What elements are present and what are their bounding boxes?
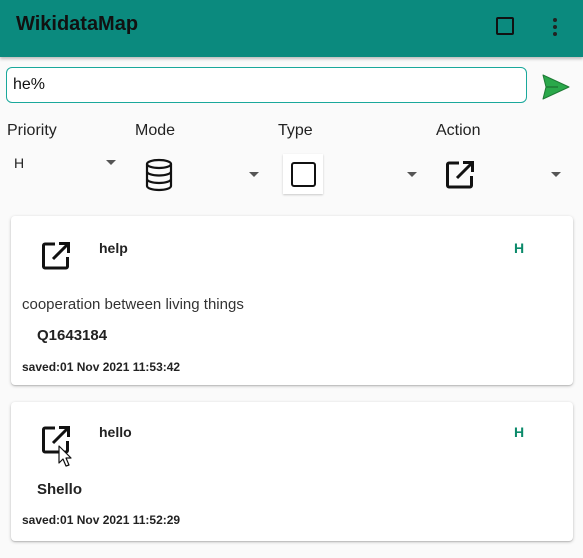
result-qid: Q1643184 xyxy=(37,327,108,344)
chevron-down-icon xyxy=(249,172,259,177)
priority-badge: H xyxy=(514,424,525,440)
action-label: Action xyxy=(436,122,481,139)
more-vert-icon[interactable] xyxy=(545,16,565,38)
app-bar: WikidataMap xyxy=(0,0,583,57)
mode-label: Mode xyxy=(135,122,176,139)
app-title: WikidataMap xyxy=(16,13,139,35)
chevron-down-icon xyxy=(407,172,417,177)
result-card[interactable]: help H cooperation between living things… xyxy=(11,216,573,385)
result-label: Shello xyxy=(37,481,83,498)
saved-timestamp: saved:01 Nov 2021 11:52:29 xyxy=(22,513,181,527)
chevron-down-icon xyxy=(106,160,116,165)
result-title: hello xyxy=(99,424,132,440)
search-input[interactable] xyxy=(13,72,513,98)
open-in-new-icon xyxy=(446,161,474,189)
result-description: cooperation between living things xyxy=(22,296,244,313)
database-icon xyxy=(145,158,173,192)
priority-label: Priority xyxy=(7,122,57,139)
priority-badge: H xyxy=(514,240,525,256)
result-card[interactable]: hello H Shello saved:01 Nov 2021 11:52:2… xyxy=(11,402,573,541)
send-icon[interactable] xyxy=(540,71,572,103)
saved-timestamp: saved:01 Nov 2021 11:53:42 xyxy=(22,360,181,374)
priority-value: H xyxy=(14,155,25,171)
type-label: Type xyxy=(278,122,313,139)
square-outline-icon xyxy=(283,154,323,194)
result-title: help xyxy=(99,240,128,256)
mouse-cursor-icon xyxy=(58,445,72,467)
search-field[interactable] xyxy=(6,67,527,103)
open-in-new-icon[interactable] xyxy=(40,240,72,272)
chevron-down-icon xyxy=(551,172,561,177)
square-outline-icon[interactable] xyxy=(495,16,515,36)
